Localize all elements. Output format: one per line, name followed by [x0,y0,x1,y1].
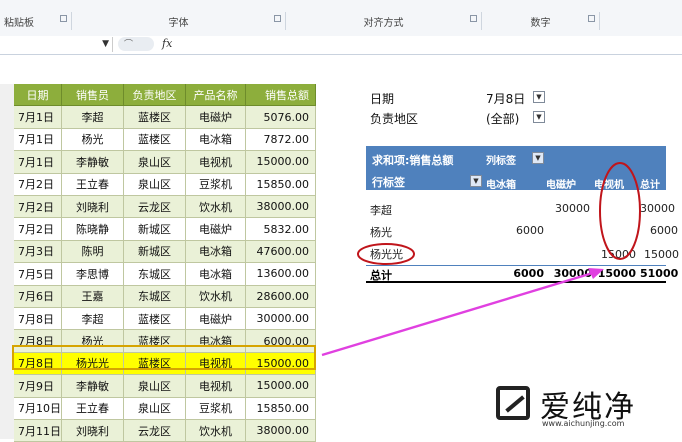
red-circle-annotation [599,162,641,260]
logo-url: www.aichunjing.com [542,419,625,428]
red-circle-annotation [357,243,415,265]
logo-mark-icon [496,386,530,420]
pink-arrow-annotation [321,270,597,357]
annotation-overlay [321,162,641,357]
watermark-logo: 爱纯净 www.aichunjing.com [482,376,682,439]
